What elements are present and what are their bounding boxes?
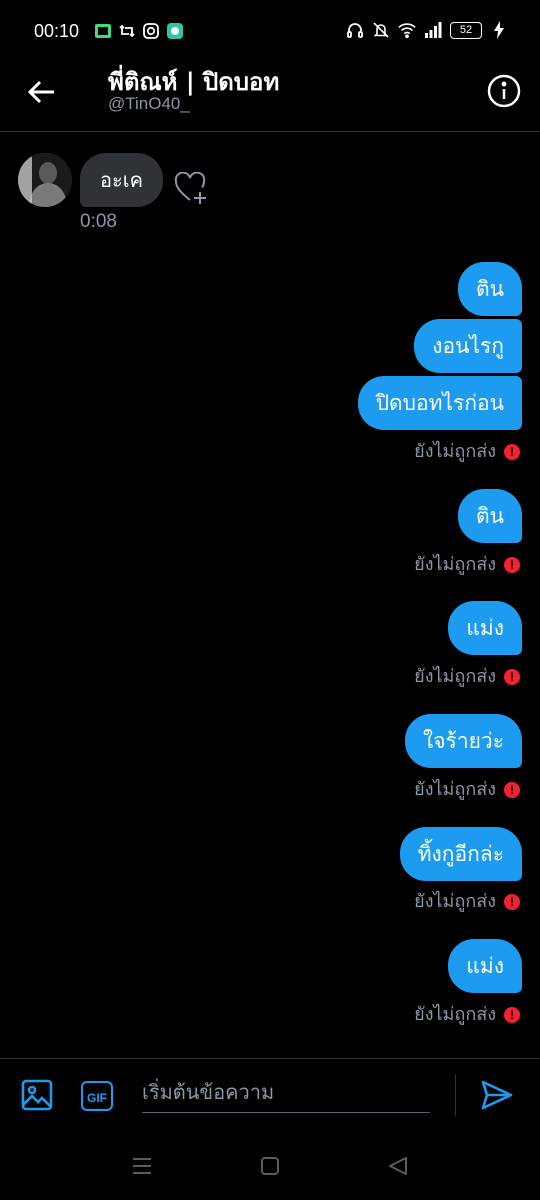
send-separator (455, 1074, 456, 1116)
status-bar: 00:10 52 (0, 0, 540, 64)
message-status[interactable]: ยังไม่ถูกส่ง ! (414, 662, 520, 688)
outgoing-message-bubble[interactable]: ติน (458, 262, 522, 316)
error-icon: ! (504, 444, 520, 460)
incoming-message-time: 0:08 (80, 211, 117, 232)
composer-divider (0, 1058, 540, 1059)
error-icon: ! (504, 669, 520, 685)
heart-plus-icon (174, 171, 206, 204)
outgoing-message-bubble[interactable]: แม่ง (448, 939, 522, 993)
outgoing-message-bubble[interactable]: ใจร้ายว่ะ (404, 714, 522, 768)
not-sent-label: ยังไม่ถูกส่ง (414, 778, 496, 800)
headphones-icon (346, 21, 364, 39)
charging-icon (490, 21, 508, 39)
message-status[interactable]: ยังไม่ถูกส่ง ! (414, 887, 520, 913)
outgoing-message-bubble[interactable]: งอนไรกู (414, 319, 522, 373)
not-sent-label: ยังไม่ถูกส่ง (414, 890, 496, 912)
retweet-icon (118, 22, 136, 40)
gif-button[interactable]: GIF (81, 1081, 113, 1111)
add-photo-button[interactable] (20, 1078, 56, 1114)
menu-icon (133, 1158, 151, 1174)
system-nav-bar (0, 1130, 540, 1200)
system-icons: 52 (346, 21, 508, 39)
outgoing-message-bubble[interactable]: ติน (458, 489, 522, 543)
avatar[interactable] (18, 153, 72, 207)
message-status[interactable]: ยังไม่ถูกส่ง ! (414, 775, 520, 801)
error-icon: ! (504, 557, 520, 573)
incoming-message-bubble[interactable]: อะเค (80, 153, 163, 207)
instagram-icon (142, 22, 160, 40)
not-sent-label: ยังไม่ถูกส่ง (414, 553, 496, 575)
error-icon: ! (504, 1007, 520, 1023)
mute-icon (372, 21, 390, 39)
error-icon: ! (504, 782, 520, 798)
info-button[interactable] (486, 73, 522, 109)
error-icon: ! (504, 894, 520, 910)
message-input[interactable] (142, 1072, 430, 1113)
not-sent-label: ยังไม่ถูกส่ง (414, 1003, 496, 1025)
info-icon (487, 74, 521, 108)
not-sent-label: ยังไม่ถูกส่ง (414, 440, 496, 462)
arrow-left-icon (28, 80, 54, 104)
outgoing-message-bubble[interactable]: ปิดบอทไรก่อน (357, 376, 522, 430)
back-button[interactable] (24, 74, 60, 110)
react-button[interactable] (174, 171, 210, 206)
battery-indicator: 52 (450, 21, 482, 39)
nav-back-button[interactable] (386, 1154, 410, 1178)
status-time: 00:10 (34, 21, 80, 41)
app-notification-icon (94, 22, 112, 40)
outgoing-message-bubble[interactable]: แม่ง (448, 601, 522, 655)
outgoing-message-bubble[interactable]: ทิ้งกูอีกล่ะ (399, 827, 522, 881)
notification-icons (94, 22, 184, 40)
chat-app-icon (166, 22, 184, 40)
wifi-icon (398, 21, 416, 39)
image-icon (21, 1079, 53, 1111)
recents-button[interactable] (130, 1154, 154, 1178)
signal-icon (424, 21, 442, 39)
message-status[interactable]: ยังไม่ถูกส่ง ! (414, 550, 520, 576)
send-icon (481, 1080, 513, 1110)
message-status[interactable]: ยังไม่ถูกส่ง ! (414, 437, 520, 463)
not-sent-label: ยังไม่ถูกส่ง (414, 665, 496, 687)
send-button[interactable] (480, 1078, 516, 1114)
conversation-header: พี่ติณห์ | ปิดบอท @TinO40_ (0, 64, 540, 132)
header-divider (0, 131, 540, 132)
home-button[interactable] (258, 1154, 282, 1178)
triangle-back-icon (389, 1157, 407, 1175)
conversation-handle: @TinO40_ (108, 94, 190, 113)
square-icon (261, 1157, 279, 1175)
message-status[interactable]: ยังไม่ถูกส่ง ! (414, 1000, 520, 1026)
